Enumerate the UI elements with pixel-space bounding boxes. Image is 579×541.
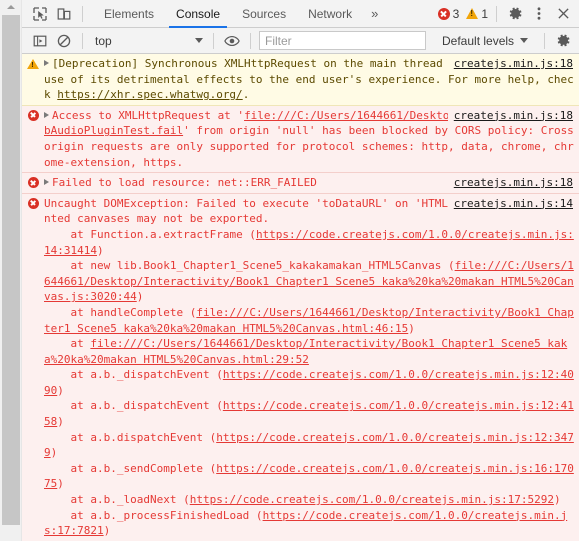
message-text-segment: Access to XMLHttpRequest at ' (52, 108, 245, 122)
message-text-segment: ) (103, 524, 111, 538)
message-icon-wrap (22, 108, 44, 121)
panel-tabs: Elements Console Sources Network » (93, 0, 386, 28)
source-location-link[interactable]: createjs.min.js:18 (447, 175, 573, 191)
tab-elements[interactable]: Elements (93, 0, 165, 28)
scrollbar-up-arrow-icon[interactable] (0, 0, 22, 14)
console-message-error[interactable]: Uncaught DOMException: Failed to execute… (22, 193, 579, 541)
source-location-link[interactable]: createjs.min.js:18 (447, 107, 573, 124)
message-body: [Deprecation] Synchronous XMLHttpRequest… (44, 56, 579, 103)
filterbar-divider-4 (544, 32, 545, 49)
message-text-segment: at a.b._dispatchEvent ( (70, 368, 223, 382)
tab-network[interactable]: Network (297, 0, 363, 28)
console-message-error[interactable]: Failed to load resource: net::ERR_FAILED… (22, 173, 579, 194)
console-toolbar: top Default levels (22, 28, 579, 54)
more-options-icon[interactable] (527, 2, 551, 26)
source-location-link[interactable]: createjs.min.js:14 (447, 195, 573, 212)
close-icon[interactable] (551, 2, 575, 26)
error-icon (27, 197, 39, 209)
filterbar-divider-3 (250, 32, 251, 49)
message-link[interactable]: https://xhr.spec.whatwg.org/ (57, 88, 242, 101)
message-icon-wrap (22, 196, 44, 209)
chevron-down-icon (195, 38, 203, 43)
expand-arrow-icon[interactable] (44, 111, 49, 118)
warning-icon (27, 59, 39, 69)
message-icon-wrap (22, 175, 44, 189)
clear-console-icon[interactable] (52, 29, 76, 53)
message-icon-wrap (22, 56, 44, 69)
live-expression-eye-icon[interactable] (220, 29, 244, 53)
expand-arrow-icon[interactable] (44, 60, 49, 66)
message-text-segment: ) at a.b._sendComplete ( (50, 446, 217, 475)
message-body: Access to XMLHttpRequest at 'file:///C:/… (44, 107, 579, 170)
execution-context-selector[interactable]: top (89, 31, 207, 50)
expand-arrow-icon[interactable] (44, 179, 49, 186)
inspect-element-icon[interactable] (28, 2, 52, 26)
message-link[interactable]: file:///C:/Users/1644661/Desktop/Interac… (44, 337, 567, 366)
devtools-window: Elements Console Sources Network » 3 1 (0, 0, 579, 541)
error-count-label: 3 (452, 6, 460, 21)
warning-count-button[interactable]: 1 (464, 7, 490, 21)
source-location-link[interactable]: createjs.min.js:18 (447, 56, 573, 72)
console-message-error[interactable]: Access to XMLHttpRequest at 'file:///C:/… (22, 105, 579, 174)
message-text-segment: ) at a.b.dispatchEvent ( (57, 415, 217, 444)
log-levels-selector[interactable]: Default levels (442, 33, 529, 48)
tab-sources[interactable]: Sources (231, 0, 297, 28)
tab-console[interactable]: Console (165, 0, 231, 28)
settings-gear-icon[interactable] (503, 2, 527, 26)
warning-count-label: 1 (481, 6, 488, 21)
message-text: Uncaught DOMException: Failed to execute… (44, 196, 575, 539)
log-levels-label: Default levels (442, 33, 515, 48)
filterbar-divider-1 (82, 32, 83, 49)
issue-counts: 3 1 (436, 7, 490, 21)
devtools-panel: Elements Console Sources Network » 3 1 (22, 0, 579, 541)
error-icon (27, 109, 39, 121)
console-message-warning[interactable]: [Deprecation] Synchronous XMLHttpRequest… (22, 54, 579, 106)
message-text-segment: ) at a.b._loadNext ( (57, 477, 190, 507)
message-body: Uncaught DOMException: Failed to execute… (44, 195, 579, 539)
message-text-segment: ) at new lib.Book1_Chapter1_Scene5_kakak… (70, 243, 455, 273)
window-scrollbar[interactable] (0, 0, 22, 541)
execution-context-label: top (95, 33, 112, 48)
devtools-tabbar: Elements Console Sources Network » 3 1 (22, 0, 579, 28)
counts-divider (496, 5, 497, 22)
message-body: Failed to load resource: net::ERR_FAILED… (44, 175, 579, 191)
more-tabs-icon[interactable]: » (363, 0, 386, 28)
message-link[interactable]: https://code.createjs.com/1.0.0/createjs… (190, 493, 554, 506)
error-count-button[interactable]: 3 (436, 7, 462, 21)
device-toolbar-icon[interactable] (52, 2, 76, 26)
error-icon (27, 177, 39, 189)
filterbar-divider-2 (213, 32, 214, 49)
console-sidebar-toggle-icon[interactable] (28, 29, 52, 53)
message-text-segment: ) at a.b._dispatchEvent ( (57, 383, 223, 413)
levels-chevron-down-icon (520, 38, 529, 43)
console-message-list[interactable]: [Deprecation] Synchronous XMLHttpRequest… (22, 54, 579, 541)
scrollbar-thumb[interactable] (2, 15, 20, 525)
warning-icon (466, 8, 479, 19)
error-icon (437, 7, 450, 20)
tabbar-divider (82, 5, 83, 22)
message-text-segment: . (242, 88, 250, 102)
console-settings-gear-icon[interactable] (551, 29, 575, 53)
message-text-segment: Failed to load resource: net::ERR_FAILED (52, 176, 317, 190)
filter-input[interactable] (259, 31, 426, 50)
